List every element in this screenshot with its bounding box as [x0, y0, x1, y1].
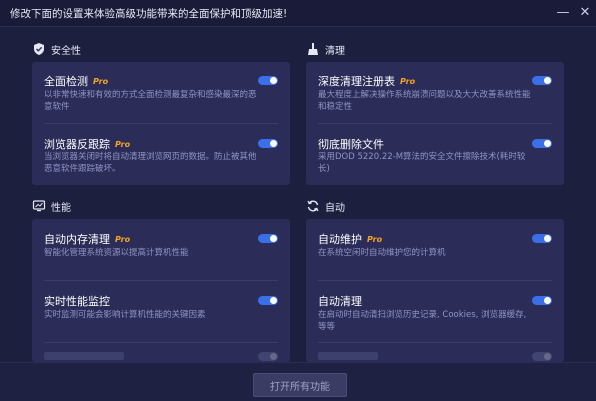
monitor-icon: [32, 200, 46, 212]
full-scan-toggle[interactable]: [258, 76, 278, 85]
setting-title: 自动维护: [318, 233, 362, 246]
section-title-clean: 清理: [325, 45, 345, 57]
setting-description: 在启动时自动清扫浏览历史记录, Cookies, 浏览器缓存, 等等: [318, 310, 527, 332]
auto-maintenance-toggle[interactable]: [532, 234, 552, 243]
setting-description: 实时监测可能会影响计算机性能的关键因素: [44, 310, 206, 320]
setting-description: 在系统空闲时自动维护您的计算机: [318, 248, 446, 258]
section-header-auto: 自动: [306, 198, 345, 214]
hidden-setting-title-placeholder: [318, 352, 378, 360]
setting-secure-delete: 彻底删除文件 采用DOD 5220.22-M算法的安全文件擦除技术(耗时较长): [306, 124, 564, 184]
section-header-security: 安全性: [32, 41, 81, 57]
setting-title: 深度清理注册表: [318, 75, 395, 88]
setting-title: 自动内存清理: [44, 233, 110, 246]
browser-anti-tracking-toggle[interactable]: [258, 139, 278, 148]
auto-card: 自动维护 Pro 在系统空闲时自动维护您的计算机 自动清理 在启动时自动清扫浏览…: [306, 219, 564, 362]
pro-badge: Pro: [400, 76, 416, 86]
setting-title: 实时性能监控: [44, 295, 110, 308]
auto-clean-toggle[interactable]: [532, 296, 552, 305]
hidden-setting-toggle[interactable]: [532, 352, 552, 361]
window-title: 修改下面的设置来体验高级功能带来的全面保护和顶级加速!: [10, 8, 288, 20]
setting-auto-clean: 自动清理 在启动时自动清扫浏览历史记录, Cookies, 浏览器缓存, 等等: [306, 281, 564, 341]
setting-auto-memory-clean: 自动内存清理 Pro 智能化管理系统资源以提高计算机性能: [32, 219, 290, 279]
setting-description: 智能化管理系统资源以提高计算机性能: [44, 248, 189, 258]
section-title-auto: 自动: [325, 202, 345, 214]
section-title-security: 安全性: [51, 45, 81, 57]
hidden-setting-toggle[interactable]: [258, 352, 278, 361]
setting-description: 当浏览器关闭时将自动清理浏览网页的数据。防止被其他恶意软件跟踪破坏。: [44, 152, 257, 174]
refresh-icon: [307, 200, 319, 212]
realtime-performance-monitor-toggle[interactable]: [258, 296, 278, 305]
setting-auto-maintenance: 自动维护 Pro 在系统空闲时自动维护您的计算机: [306, 219, 564, 279]
performance-card: 自动内存清理 Pro 智能化管理系统资源以提高计算机性能 实时性能监控 实时监测…: [32, 219, 290, 362]
setting-partially-visible: [32, 343, 290, 362]
setting-realtime-performance-monitor: 实时性能监控 实时监测可能会影响计算机性能的关键因素: [32, 281, 290, 341]
footer-bar: 打开所有功能: [0, 362, 596, 401]
setting-description: 以非常快速和有效的方式全面检测最复杂和感染最深的恶意软件: [44, 90, 257, 112]
broom-icon: [308, 43, 318, 55]
setting-title: 彻底删除文件: [318, 138, 384, 151]
clean-card: 深度清理注册表 Pro 最大程度上解决操作系统崩溃问题以及大大改善系统性能和稳定…: [306, 62, 564, 185]
enable-all-button[interactable]: 打开所有功能: [253, 373, 347, 397]
setting-title: 自动清理: [318, 295, 362, 308]
close-button[interactable]: ✕: [574, 0, 596, 24]
hidden-setting-title-placeholder: [44, 352, 124, 360]
setting-deep-registry-clean: 深度清理注册表 Pro 最大程度上解决操作系统崩溃问题以及大大改善系统性能和稳定…: [306, 62, 564, 122]
auto-memory-clean-toggle[interactable]: [258, 234, 278, 243]
deep-registry-clean-toggle[interactable]: [532, 76, 552, 85]
minimize-button[interactable]: —: [552, 0, 574, 24]
pro-badge: Pro: [367, 234, 383, 244]
pro-badge: Pro: [93, 76, 109, 86]
section-header-clean: 清理: [306, 41, 345, 57]
secure-delete-toggle[interactable]: [532, 139, 552, 148]
title-bar: 修改下面的设置来体验高级功能带来的全面保护和顶级加速! — ✕: [0, 0, 596, 27]
security-card: 全面检测 Pro 以非常快速和有效的方式全面检测最复杂和感染最深的恶意软件 浏览…: [32, 62, 290, 185]
section-title-performance: 性能: [51, 202, 71, 214]
setting-description: 最大程度上解决操作系统崩溃问题以及大大改善系统性能和稳定性: [318, 90, 531, 112]
section-header-performance: 性能: [32, 198, 71, 214]
setting-title: 浏览器反跟踪: [44, 138, 110, 151]
setting-partially-visible: [306, 343, 564, 362]
setting-full-scan: 全面检测 Pro 以非常快速和有效的方式全面检测最复杂和感染最深的恶意软件: [32, 62, 290, 122]
setting-description: 采用DOD 5220.22-M算法的安全文件擦除技术(耗时较长): [318, 152, 526, 174]
shield-icon: [34, 43, 44, 55]
pro-badge: Pro: [115, 234, 131, 244]
pro-badge: Pro: [115, 139, 131, 149]
setting-browser-anti-tracking: 浏览器反跟踪 Pro 当浏览器关闭时将自动清理浏览网页的数据。防止被其他恶意软件…: [32, 124, 290, 184]
setting-title: 全面检测: [44, 75, 88, 88]
